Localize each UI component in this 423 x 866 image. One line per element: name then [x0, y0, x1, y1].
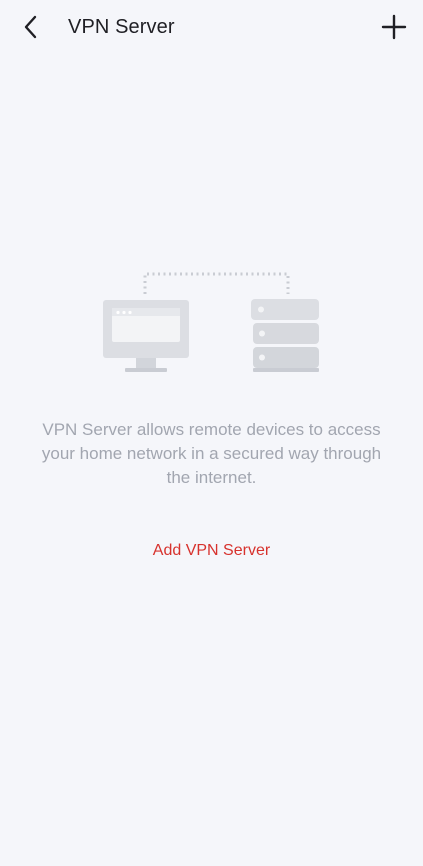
computer-to-server-icon — [98, 268, 326, 378]
chevron-left-icon — [24, 15, 37, 39]
server-icon — [251, 299, 319, 372]
add-vpn-server-link[interactable]: Add VPN Server — [0, 540, 423, 562]
empty-state-description: VPN Server allows remote devices to acce… — [41, 420, 382, 487]
top-bar: VPN Server — [0, 0, 423, 54]
add-button[interactable] — [377, 10, 411, 44]
page-title: VPN Server — [68, 16, 175, 38]
monitor-icon — [103, 300, 189, 372]
plus-icon — [381, 14, 407, 40]
back-button[interactable] — [14, 10, 48, 44]
